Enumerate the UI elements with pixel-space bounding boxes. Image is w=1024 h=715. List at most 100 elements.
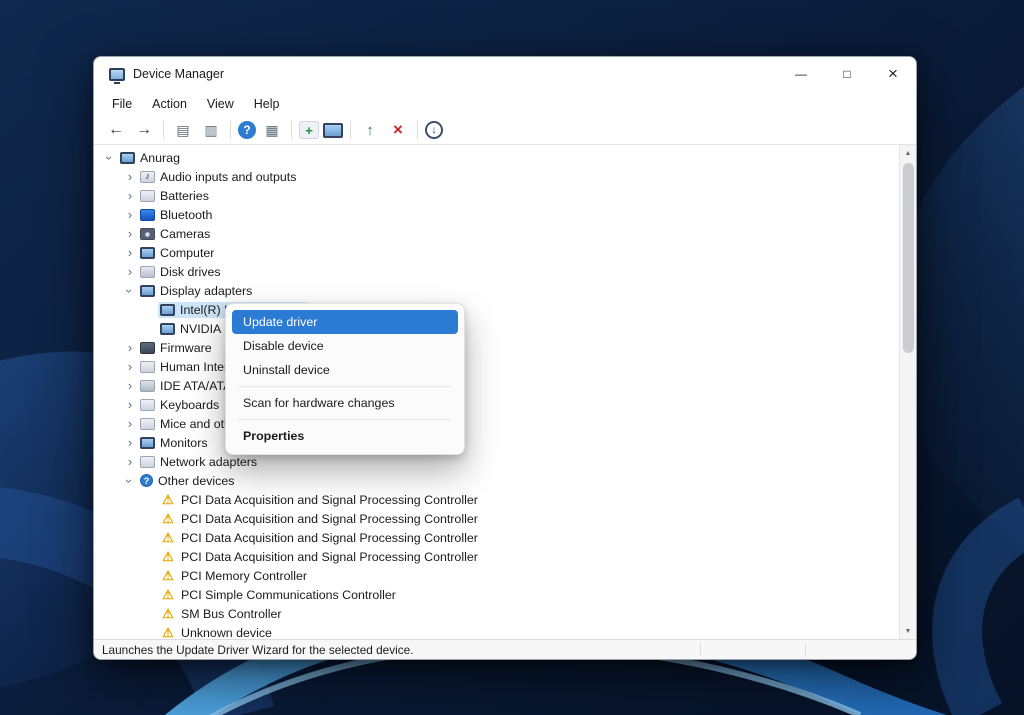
tree-item[interactable]: ›Computer [94, 243, 899, 262]
help-icon[interactable]: ? [238, 121, 256, 139]
tree-item[interactable]: ›Network adapters [94, 452, 899, 471]
tree-item-inner[interactable]: Display adapters [138, 283, 257, 299]
context-item-properties[interactable]: Properties [232, 424, 458, 448]
tree-item-inner[interactable]: Anurag [118, 150, 185, 166]
properties-icon[interactable]: ▥ [199, 119, 223, 141]
update-driver-icon[interactable]: ↑ [358, 119, 382, 141]
back-icon[interactable]: ← [104, 119, 128, 141]
tree-item[interactable]: ⚠PCI Data Acquisition and Signal Process… [94, 509, 899, 528]
tree-item-inner[interactable]: ⚠Unknown device [158, 624, 277, 639]
chevron-expanded-icon[interactable]: › [122, 283, 138, 299]
tree-item[interactable]: ›♪Audio inputs and outputs [94, 167, 899, 186]
tree-item[interactable]: ›Batteries [94, 186, 899, 205]
camera-icon [140, 228, 155, 240]
chevron-collapsed-icon[interactable]: › [122, 359, 138, 375]
toolbar-separator [350, 121, 351, 139]
chevron-collapsed-icon[interactable]: › [122, 188, 138, 204]
context-item-uninstall-device[interactable]: Uninstall device [232, 358, 458, 382]
chevron-collapsed-icon[interactable]: › [122, 397, 138, 413]
menu-action[interactable]: Action [142, 94, 197, 114]
scroll-up-icon[interactable]: ▲ [900, 145, 916, 161]
tree-item-inner[interactable]: ⚠PCI Simple Communications Controller [158, 586, 401, 603]
scrollbar-thumb[interactable] [903, 163, 914, 353]
chevron-collapsed-icon[interactable]: › [122, 207, 138, 223]
tree-item[interactable]: ›Cameras [94, 224, 899, 243]
tree-item-inner[interactable]: Monitors [138, 435, 213, 451]
tree-item[interactable]: ⚠PCI Simple Communications Controller [94, 585, 899, 604]
tree-item[interactable]: ⚠PCI Data Acquisition and Signal Process… [94, 528, 899, 547]
tree-item-inner[interactable]: Firmware [138, 340, 217, 356]
context-item-update-driver[interactable]: Update driver [232, 310, 458, 334]
tree-item-inner[interactable]: Batteries [138, 188, 214, 204]
tree-item[interactable]: ›Disk drives [94, 262, 899, 281]
statusbar-separator [805, 643, 806, 656]
tree-item-inner[interactable]: Computer [138, 245, 219, 261]
context-menu: Update driverDisable deviceUninstall dev… [225, 303, 465, 455]
scan-hardware-changes-icon[interactable]: + [299, 121, 319, 139]
tree-item[interactable]: ›Mice and other pointing devices [94, 414, 899, 433]
chevron-collapsed-icon[interactable]: › [122, 226, 138, 242]
tree-item-inner[interactable]: ♪Audio inputs and outputs [138, 169, 301, 185]
tree-item-inner[interactable]: ⚠PCI Data Acquisition and Signal Process… [158, 548, 483, 565]
uninstall-device-icon[interactable]: × [386, 119, 410, 141]
tree-item-inner[interactable]: ⚠PCI Memory Controller [158, 567, 312, 584]
tree-item-inner[interactable]: ⚠PCI Data Acquisition and Signal Process… [158, 529, 483, 546]
chevron-collapsed-icon[interactable]: › [122, 245, 138, 261]
scroll-down-icon[interactable]: ▼ [900, 623, 916, 639]
show-console-tree-icon[interactable]: ▤ [171, 119, 195, 141]
device-manager-window: Device Manager — □ × FileActionViewHelp … [93, 56, 917, 660]
maximize-button[interactable]: □ [824, 57, 870, 91]
tree-item[interactable]: ⚠SM Bus Controller [94, 604, 899, 623]
tree-item-inner[interactable]: NVIDIA [158, 321, 226, 337]
disable-device-icon[interactable]: ↓ [425, 121, 443, 139]
tree-item[interactable]: ⚠Unknown device [94, 623, 899, 639]
chevron-collapsed-icon[interactable]: › [122, 378, 138, 394]
tree-item[interactable]: ›Display adapters [94, 281, 899, 300]
tree-item[interactable]: Intel(R) UHD Graphics [94, 300, 899, 319]
tree-item-inner[interactable]: Disk drives [138, 264, 226, 280]
context-item-disable-device[interactable]: Disable device [232, 334, 458, 358]
tree-item-inner[interactable]: Cameras [138, 226, 215, 242]
tree-item-inner[interactable]: ⚠PCI Data Acquisition and Signal Process… [158, 491, 483, 508]
tree-item-inner[interactable]: ?Other devices [138, 473, 239, 489]
tree-item-inner[interactable]: Keyboards [138, 397, 224, 413]
chevron-collapsed-icon[interactable]: › [122, 340, 138, 356]
tree-item[interactable]: ›?Other devices [94, 471, 899, 490]
titlebar[interactable]: Device Manager — □ × [94, 57, 916, 91]
minimize-button[interactable]: — [778, 57, 824, 91]
tree-item-inner[interactable]: Bluetooth [138, 207, 217, 223]
menu-file[interactable]: File [102, 94, 142, 114]
tree-item[interactable]: NVIDIA [94, 319, 899, 338]
tree-item[interactable]: ›Firmware [94, 338, 899, 357]
vertical-scrollbar[interactable]: ▲ ▼ [899, 145, 916, 639]
chevron-expanded-icon[interactable]: › [122, 473, 138, 489]
menu-help[interactable]: Help [244, 94, 290, 114]
tree-item[interactable]: ›Anurag [94, 148, 899, 167]
chevron-collapsed-icon[interactable]: › [122, 435, 138, 451]
close-button[interactable]: × [870, 57, 916, 91]
window-controls: — □ × [778, 57, 916, 91]
tree-item[interactable]: ⚠PCI Data Acquisition and Signal Process… [94, 490, 899, 509]
chevron-expanded-icon[interactable]: › [102, 150, 118, 166]
network-icon [140, 456, 155, 468]
chevron-collapsed-icon[interactable]: › [122, 169, 138, 185]
forward-icon[interactable]: → [132, 119, 156, 141]
tree-item[interactable]: ⚠PCI Data Acquisition and Signal Process… [94, 547, 899, 566]
export-list-icon[interactable]: ▦ [260, 119, 284, 141]
tree-item-inner[interactable]: Network adapters [138, 454, 262, 470]
tree-item[interactable]: ›Monitors [94, 433, 899, 452]
tree-item[interactable]: ›Human Interface Devices [94, 357, 899, 376]
tree-item-inner[interactable]: ⚠PCI Data Acquisition and Signal Process… [158, 510, 483, 527]
tree-item[interactable]: ›Keyboards [94, 395, 899, 414]
remote-computer-icon[interactable] [323, 123, 343, 138]
menu-view[interactable]: View [197, 94, 244, 114]
tree-item[interactable]: ⚠PCI Memory Controller [94, 566, 899, 585]
chevron-collapsed-icon[interactable]: › [122, 454, 138, 470]
tree-item-inner[interactable]: ⚠SM Bus Controller [158, 605, 287, 622]
context-item-scan-for-hardware-changes[interactable]: Scan for hardware changes [232, 391, 458, 415]
tree-item[interactable]: ›Bluetooth [94, 205, 899, 224]
tree-item[interactable]: ›IDE ATA/ATAPI controllers [94, 376, 899, 395]
warning-icon: ⚠ [160, 511, 176, 526]
chevron-collapsed-icon[interactable]: › [122, 416, 138, 432]
chevron-collapsed-icon[interactable]: › [122, 264, 138, 280]
